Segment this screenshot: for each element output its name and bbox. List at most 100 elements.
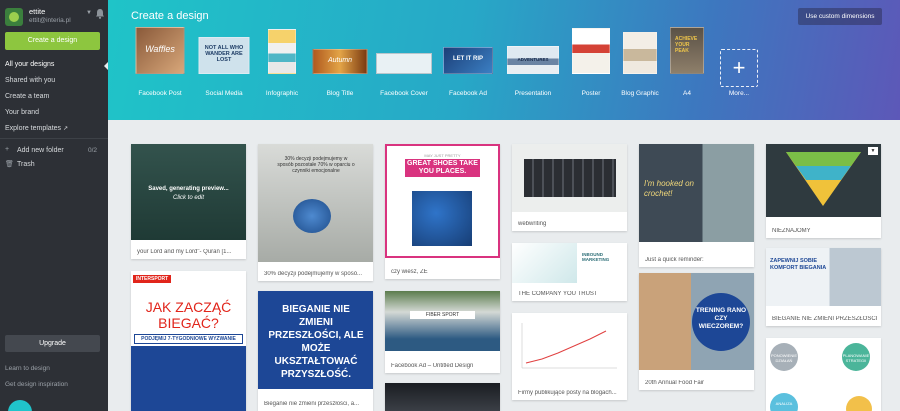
design-caption: your Lord and my Lord"- Quran [1...	[137, 249, 232, 255]
design-text: 30% decyzji podejmujemy w sposób pozosta…	[277, 156, 355, 174]
nav-create-team[interactable]: Create a team	[5, 93, 49, 100]
template-thumb-text: Autumn	[327, 57, 353, 64]
shoe-image	[412, 191, 472, 246]
trash-icon[interactable]: 🗑	[5, 160, 14, 168]
help-button[interactable]	[8, 400, 32, 411]
nav-shared-with-you[interactable]: Shared with you	[5, 77, 55, 84]
cycle-node: ANALIZA	[770, 393, 798, 411]
nav-explore-templates[interactable]: Explore templates ↗	[5, 125, 68, 132]
create-design-banner: Create a design Use custom dimensions Wa…	[108, 0, 900, 120]
design-card[interactable]: ▼ NIEZNAJOMY	[766, 144, 881, 238]
sidebar: ettite ettit@interia.pl ▼ Create a desig…	[0, 0, 110, 411]
click-to-edit-text: Click to edit	[172, 195, 204, 201]
design-caption: BIEGANIE NIE ZMIENI PRZESZŁOŚCI...	[772, 316, 877, 322]
design-text: FIBER SPORT	[410, 311, 475, 319]
design-card[interactable]: I'm hooked on crochet! Just a quick remi…	[639, 144, 754, 267]
template-facebook-post[interactable]: Waffles Facebook Post	[128, 27, 192, 102]
template-label: Blog Title	[326, 90, 354, 97]
design-caption: Just a quick reminder:	[645, 257, 704, 263]
trash-link[interactable]: Trash	[17, 161, 35, 168]
hallway-image	[524, 159, 616, 197]
design-caption: czy wiesz, ZE	[391, 269, 428, 275]
template-poster[interactable]: Poster	[566, 28, 616, 102]
design-headline: TRENING RANO CZY WIECZOREM?	[692, 293, 750, 351]
generating-preview-text: Saved, generating preview...	[148, 186, 229, 192]
design-card[interactable]: webwriting	[512, 144, 627, 231]
profile-menu[interactable]: ettite ettit@interia.pl ▼	[5, 5, 105, 27]
design-caption: 20th Annual Food Fair	[645, 380, 705, 386]
design-card[interactable]: BIEGANIE NIE ZMIENI PRZESZŁOŚCI, ALE MOŻ…	[258, 291, 373, 411]
template-label: Social Media	[205, 90, 243, 97]
schedule-block	[131, 346, 246, 411]
template-thumb-text: ACHIEVE YOUR PEAK	[675, 36, 698, 54]
design-card[interactable]: INTERSPORT JAK ZACZĄĆ BIEGAĆ? PODJĘMIJ 7…	[131, 271, 246, 411]
template-label: Blog Graphic	[621, 90, 659, 97]
design-caption: Firmy publikujące posty na blogach...	[518, 390, 617, 396]
template-label: Facebook Ad	[449, 90, 487, 97]
template-thumb-text: Waffles	[145, 44, 175, 54]
cycle-node: PLANOWANIE STRATEGII	[842, 343, 870, 371]
design-caption: Bieganie nie zmieni przeszłości, a...	[264, 401, 360, 407]
design-card[interactable]: 30% decyzji podejmujemy w sposób pozosta…	[258, 144, 373, 281]
profile-email: ettit@interia.pl	[29, 17, 71, 24]
folder-count: 0/2	[88, 147, 98, 154]
create-design-button[interactable]: Create a design	[5, 32, 100, 50]
learn-link[interactable]: Learn to design	[5, 365, 50, 372]
bell-icon[interactable]	[95, 8, 105, 19]
design-card[interactable]: FIBER SPORT Facebook Ad – Untitled Desig…	[385, 291, 500, 373]
nav-all-designs[interactable]: All your designs	[5, 61, 54, 68]
design-card[interactable]	[385, 383, 500, 411]
brand-logo: INTERSPORT	[133, 275, 172, 283]
template-label: Poster	[581, 90, 601, 97]
design-kicker: MAY JUST PRETTY	[424, 153, 461, 158]
design-caption: 30% decyzji podejmujemy w sposó...	[264, 271, 363, 277]
design-caption: NIEZNAJOMY	[772, 228, 811, 234]
design-card[interactable]: TRENING RANO CZY WIECZOREM? 20th Annual …	[639, 273, 754, 390]
cycle-node: PONOWIENIE DZIAŁAŃ	[770, 343, 798, 371]
template-label: Presentation	[514, 90, 552, 97]
template-thumb-text: NOT ALL WHO WANDER ARE LOST	[204, 45, 244, 63]
design-caption: Facebook Ad – Untitled Design	[391, 363, 474, 369]
banner-title: Create a design	[131, 10, 209, 22]
design-card[interactable]: INBOUND MARKETING THE COMPANY YOU TRUST	[512, 243, 627, 301]
design-card[interactable]: ZAPEWNIJ SOBIE KOMFORT BIEGANIA BIEGANIE…	[766, 248, 881, 326]
template-facebook-ad[interactable]: LET IT RIP Facebook Ad	[436, 32, 500, 102]
cycle-node	[846, 396, 872, 411]
template-facebook-cover[interactable]: Facebook Cover	[372, 32, 436, 102]
template-blog-title[interactable]: Autumn Blog Title	[308, 32, 372, 102]
template-blog-graphic[interactable]: Blog Graphic	[616, 32, 664, 102]
design-text: INBOUND MARKETING	[582, 252, 610, 262]
design-headline: GREAT SHOES TAKE YOU PLACES.	[405, 159, 480, 177]
template-label: A4	[683, 90, 691, 97]
network-image	[512, 243, 577, 283]
design-card[interactable]: MAY JUST PRETTY GREAT SHOES TAKE YOU PLA…	[385, 144, 500, 279]
template-infographic[interactable]: Infographic	[256, 29, 308, 102]
template-presentation[interactable]: ADVENTURES Presentation	[500, 32, 566, 102]
design-text: ZAPEWNIJ SOBIE KOMFORT BIEGANIA	[770, 258, 827, 271]
inspiration-link[interactable]: Get design inspiration	[5, 381, 68, 388]
add-folder-icon[interactable]: +	[5, 146, 9, 153]
add-folder-button[interactable]: Add new folder	[17, 147, 64, 154]
template-label: More...	[728, 90, 750, 97]
chevron-down-icon[interactable]: ▼	[86, 10, 92, 16]
upgrade-button[interactable]: Upgrade	[5, 335, 100, 352]
design-card[interactable]: Firmy publikujące posty na blogach...	[512, 313, 627, 400]
design-card[interactable]: Saved, generating preview... Click to ed…	[131, 144, 246, 259]
template-social-media[interactable]: NOT ALL WHO WANDER ARE LOST Social Media	[192, 32, 256, 102]
template-label: Infographic	[265, 90, 299, 97]
template-thumb-text: LET IT RIP	[453, 56, 483, 62]
nav-your-brand[interactable]: Your brand	[5, 109, 39, 116]
template-a4[interactable]: ACHIEVE YOUR PEAK A4	[664, 27, 710, 102]
template-more[interactable]: More...	[716, 32, 762, 102]
design-subheadline: PODJĘMIJ 7-TYGODNIOWE WYZWANIE	[134, 334, 243, 344]
card-menu-icon[interactable]: ▼	[868, 147, 878, 155]
design-card[interactable]: PONOWIENIE DZIAŁAŃ PLANOWANIE STRATEGII …	[766, 338, 881, 411]
custom-dimensions-button[interactable]: Use custom dimensions	[798, 8, 882, 25]
avatar	[5, 8, 23, 26]
external-link-icon: ↗	[62, 126, 69, 132]
template-label: Facebook Post	[138, 90, 182, 97]
template-label: Facebook Cover	[380, 90, 428, 97]
design-text: I'm hooked on crochet!	[644, 179, 695, 198]
design-headline: JAK ZACZĄĆ BIEGAĆ?	[145, 299, 232, 331]
paper-ball-image	[293, 199, 331, 233]
